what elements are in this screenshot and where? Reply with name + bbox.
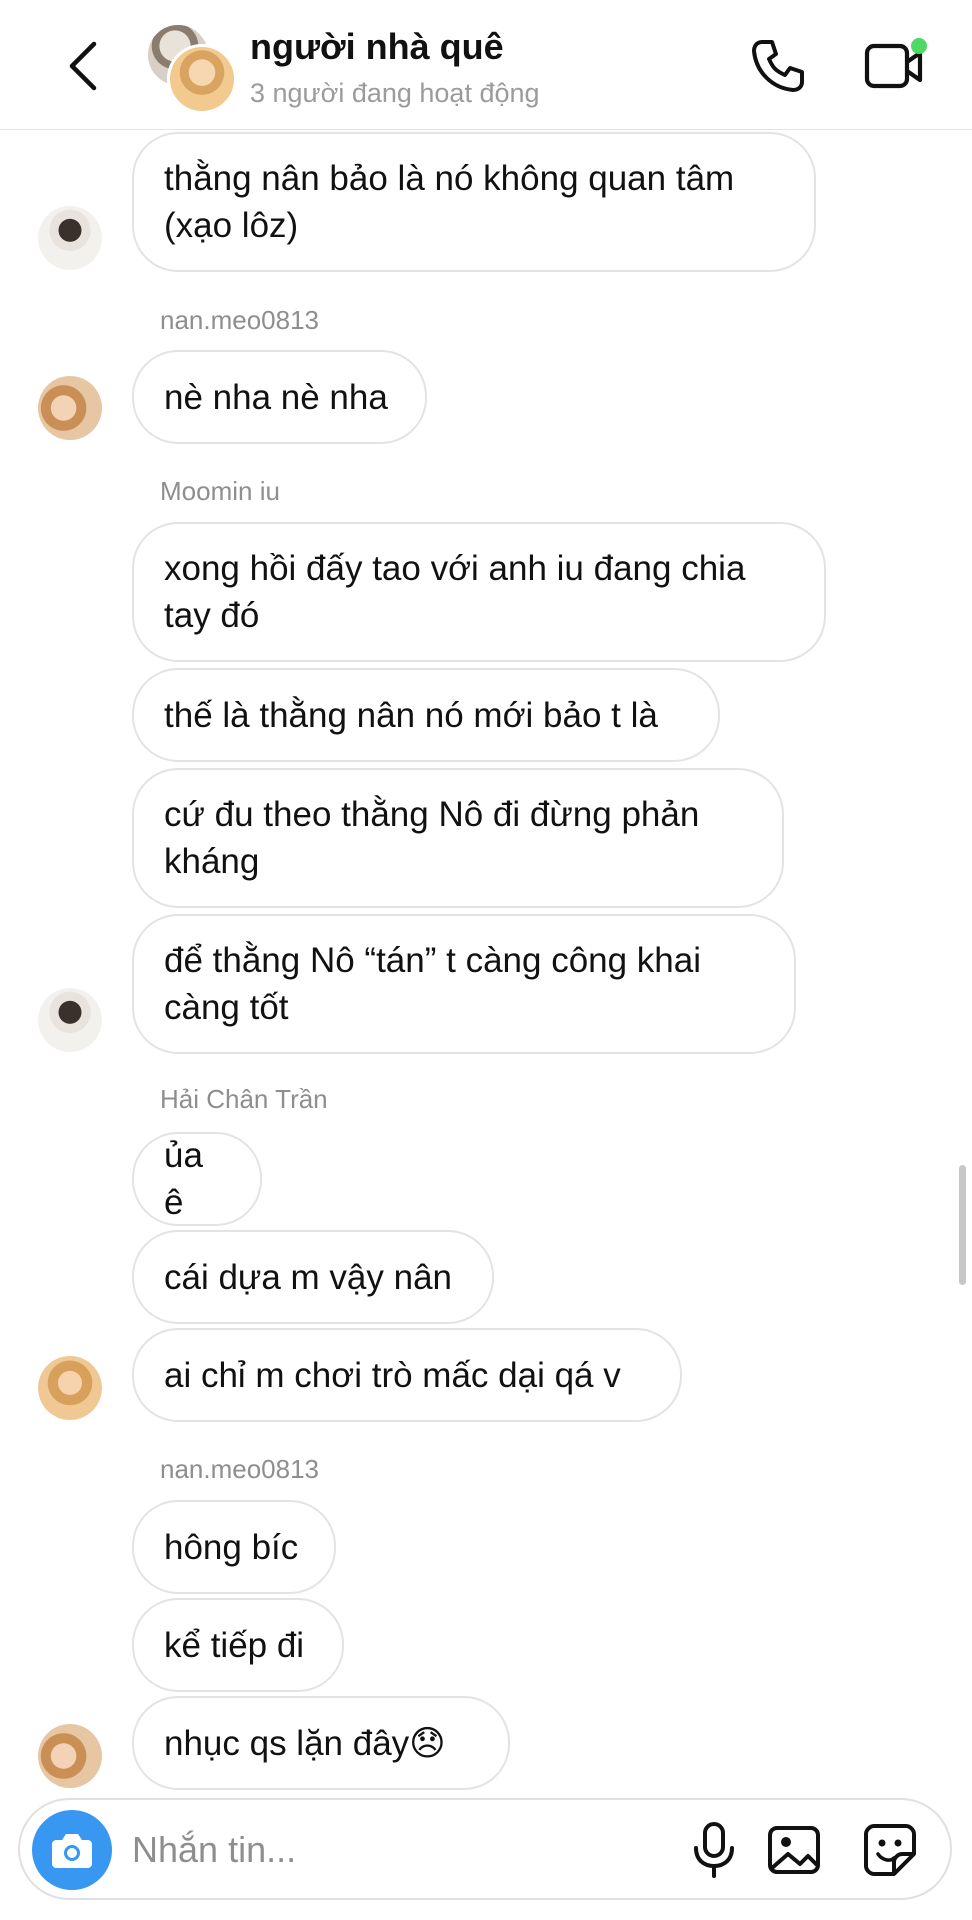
scrollbar[interactable] — [959, 1165, 966, 1285]
camera-icon — [52, 1834, 92, 1868]
message-text: thế là thằng nân nó mới bảo t là — [164, 695, 658, 735]
sender-avatar[interactable] — [38, 1356, 102, 1420]
sender-name: Moomin iu — [160, 476, 280, 506]
message-text: kể tiếp đi — [164, 1625, 305, 1665]
message-text: để thằng Nô “tán” t càng công khai càng … — [164, 941, 702, 1027]
sender-name: nan.meo0813 — [160, 305, 320, 335]
message-text: nhục qs lặn đây😞 — [164, 1723, 446, 1763]
message-bubble[interactable]: ủa ê — [132, 1132, 262, 1226]
message-text: nè nha nè nha — [164, 377, 388, 417]
message-text: hông bíc — [164, 1527, 299, 1567]
back-button[interactable] — [60, 38, 110, 94]
image-icon — [768, 1826, 820, 1874]
message-bubble[interactable]: thằng nân bảo là nó không quan tâm (xạo … — [132, 132, 816, 272]
sender-avatar[interactable] — [38, 988, 102, 1052]
sender-avatar[interactable] — [38, 1724, 102, 1788]
call-button[interactable] — [748, 36, 808, 96]
message-text: cứ đu theo thằng Nô đi đừng phản kháng — [164, 795, 700, 881]
camera-button[interactable] — [32, 1810, 112, 1890]
sticker-icon — [864, 1824, 916, 1876]
sender-name: nan.meo0813 — [160, 1454, 320, 1484]
message-bubble[interactable]: thế là thằng nân nó mới bảo t là — [132, 668, 720, 762]
phone-icon — [752, 40, 804, 92]
message-bubble[interactable]: ai chỉ m chơi trò mấc dại qá v — [132, 1328, 682, 1422]
group-avatar[interactable] — [145, 22, 237, 114]
message-composer — [18, 1798, 952, 1900]
message-text: ủa ê — [164, 1136, 213, 1222]
message-bubble[interactable]: cứ đu theo thằng Nô đi đừng phản kháng — [132, 768, 784, 908]
message-bubble[interactable]: nè nha nè nha — [132, 350, 427, 444]
avatar — [167, 44, 237, 114]
chevron-left-icon — [69, 41, 97, 91]
voice-message-button[interactable] — [684, 1820, 744, 1880]
sticker-button[interactable] — [860, 1820, 920, 1880]
video-camera-icon — [864, 38, 927, 89]
sender-name: Hải Chân Trần — [160, 1084, 328, 1114]
online-dot — [911, 38, 927, 54]
microphone-icon — [694, 1822, 734, 1878]
sender-avatar[interactable] — [38, 376, 102, 440]
chat-title[interactable]: người nhà quê — [250, 26, 504, 68]
gallery-button[interactable] — [764, 1820, 824, 1880]
active-status: 3 người đang hoạt động — [250, 78, 540, 108]
message-bubble[interactable]: nhục qs lặn đây😞 — [132, 1696, 510, 1790]
message-text: thằng nân bảo là nó không quan tâm (xạo … — [164, 159, 735, 245]
message-bubble[interactable]: cái dựa m vậy nân — [132, 1230, 494, 1324]
chat-screen: thằng nân bảo là nó không quan tâm (xạo … — [0, 0, 972, 1920]
message-bubble[interactable]: xong hồi đấy tao với anh iu đang chia ta… — [132, 522, 826, 662]
video-call-button[interactable] — [862, 36, 928, 96]
message-list[interactable]: thằng nân bảo là nó không quan tâm (xạo … — [0, 0, 972, 1920]
message-text: cái dựa m vậy nân — [164, 1257, 453, 1297]
message-bubble[interactable]: để thằng Nô “tán” t càng công khai càng … — [132, 914, 796, 1054]
sender-avatar[interactable] — [38, 206, 102, 270]
message-text: ai chỉ m chơi trò mấc dại qá v — [164, 1355, 621, 1395]
message-text: xong hồi đấy tao với anh iu đang chia ta… — [164, 549, 746, 635]
message-bubble[interactable]: hông bíc — [132, 1500, 336, 1594]
message-bubble[interactable]: kể tiếp đi — [132, 1598, 344, 1692]
message-input[interactable] — [132, 1822, 652, 1878]
chat-header: người nhà quê 3 người đang hoạt động — [0, 0, 972, 130]
